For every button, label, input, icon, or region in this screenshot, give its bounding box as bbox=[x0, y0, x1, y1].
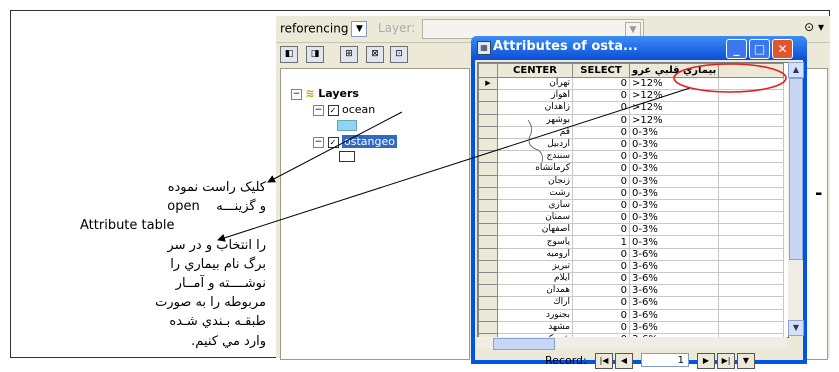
map-feature-outline bbox=[527, 119, 543, 163]
arrow-to-layer bbox=[267, 111, 403, 183]
annotation-overlay bbox=[217, 63, 787, 242]
arrow-to-column bbox=[217, 87, 691, 242]
highlight-ellipse bbox=[673, 63, 787, 93]
